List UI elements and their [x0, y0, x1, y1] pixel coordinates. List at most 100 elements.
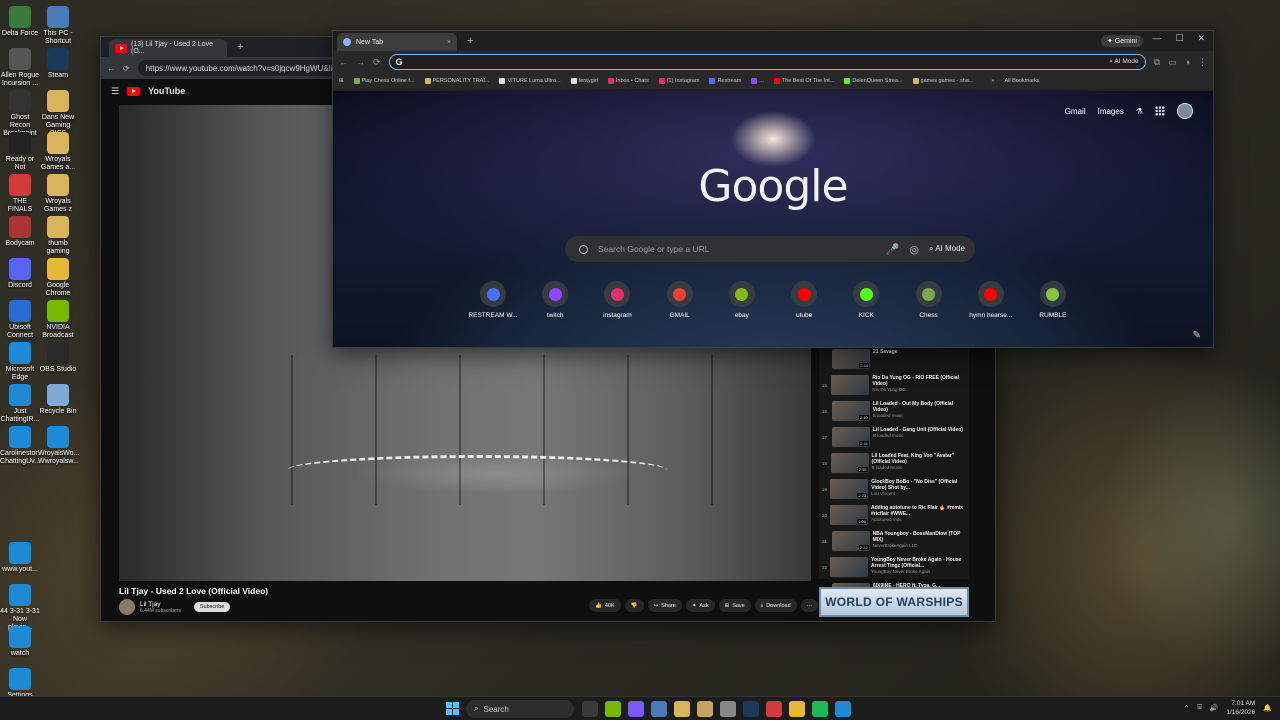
- shortcut-tile[interactable]: utube: [774, 281, 834, 319]
- google-account-avatar[interactable]: [1177, 103, 1193, 119]
- youtube-logo-icon[interactable]: [127, 86, 141, 96]
- desktop-shortcut[interactable]: Carolinestor... ChattingUv...: [0, 426, 43, 466]
- desktop-shortcut[interactable]: This PC - Shortcut: [38, 6, 78, 46]
- playlist-item[interactable]: 19 2:23 GlockBoy BoBo - "No Diss" (Officia…: [819, 477, 969, 503]
- taskbar-app-icon[interactable]: [720, 701, 736, 717]
- network-icon[interactable]: ⌸: [1197, 704, 1201, 712]
- playlist-item[interactable]: 16 2:40 Lil Loaded - Out My Body (Official…: [819, 399, 969, 425]
- desktop-shortcut[interactable]: Google Chrome: [38, 258, 78, 298]
- ad-banner[interactable]: WORLD OF WARSHIPS: [819, 587, 969, 617]
- bookmark-item[interactable]: VITURE Luma Ultra...: [499, 78, 561, 84]
- desktop-shortcut[interactable]: WroyalsWo... Wwroyalsw...: [38, 426, 79, 466]
- desktop-shortcut[interactable]: NVIDIA Broadcast: [38, 300, 78, 340]
- download-button[interactable]: ⤓ Download: [754, 599, 797, 612]
- shortcut-tile[interactable]: twitch: [525, 281, 585, 319]
- start-windows-icon[interactable]: [446, 702, 459, 715]
- minimize-icon[interactable]: —: [1152, 33, 1161, 44]
- more-bookmarks-chevron-icon[interactable]: »: [991, 78, 994, 84]
- taskbar-search[interactable]: ⌕ Search: [466, 700, 574, 718]
- volume-icon[interactable]: 🔊: [1210, 704, 1219, 712]
- clock[interactable]: 7:01 AM 1/16/2026: [1226, 699, 1255, 717]
- bookmark-item[interactable]: Inbox • Chats: [607, 78, 649, 84]
- google-apps-grid-icon[interactable]: [1155, 106, 1165, 116]
- desktop-shortcut[interactable]: Bodycam: [0, 216, 40, 248]
- profile-icon[interactable]: ◑: [1185, 57, 1190, 67]
- new-tab-plus-icon[interactable]: +: [237, 41, 243, 53]
- taskbar-app-icon[interactable]: [651, 701, 667, 717]
- taskbar-app-icon[interactable]: [697, 701, 713, 717]
- hamburger-menu-icon[interactable]: ☰: [111, 86, 119, 97]
- reload-icon[interactable]: ⟳: [123, 64, 130, 73]
- reload-icon[interactable]: ⟳: [373, 57, 381, 68]
- bookmark-item[interactable]: ...: [751, 78, 764, 84]
- desktop-shortcut[interactable]: Microsoft Edge: [0, 342, 40, 382]
- more-actions-button[interactable]: ⋯: [800, 599, 819, 612]
- bookmark-item[interactable]: fentygirl: [570, 78, 598, 84]
- ask-button[interactable]: ✦ Ask: [685, 599, 715, 612]
- taskbar-app-icon[interactable]: [835, 701, 851, 717]
- shortcut-tile[interactable]: instagram: [587, 281, 647, 319]
- google-search-box[interactable]: Search Google or type a URL 🎤 ◎ ⌕ AI Mod…: [565, 236, 975, 262]
- desktop-shortcut[interactable]: Ready or Not: [0, 132, 40, 172]
- desktop-shortcut[interactable]: watch: [0, 626, 40, 658]
- shortcut-tile[interactable]: ebay: [712, 281, 772, 319]
- desktop-shortcut[interactable]: Just ChattingIR...: [0, 384, 40, 424]
- taskbar-app-icon[interactable]: [812, 701, 828, 717]
- forward-arrow-icon[interactable]: →: [356, 57, 365, 67]
- shortcut-tile[interactable]: RUMBLE: [1023, 281, 1083, 319]
- desktop-shortcut[interactable]: Wroyals Games z: [38, 174, 78, 214]
- bookmark-item[interactable]: The Best Of The Int...: [773, 78, 834, 84]
- desktop-shortcut[interactable]: Delta Force: [0, 6, 40, 38]
- taskbar-app-icon[interactable]: [674, 701, 690, 717]
- desktop-shortcut[interactable]: Ubisoft Connect: [0, 300, 40, 340]
- customize-pencil-icon[interactable]: ✎: [1193, 330, 1201, 341]
- close-window-icon[interactable]: ✕: [1197, 33, 1205, 44]
- like-button[interactable]: 👍 40K: [589, 599, 621, 612]
- apps-grid-icon[interactable]: ⊞: [339, 78, 344, 84]
- microphone-icon[interactable]: 🎤: [886, 243, 900, 256]
- shortcut-tile[interactable]: KICK: [836, 281, 896, 319]
- notifications-icon[interactable]: 🔔: [1263, 704, 1272, 712]
- bookmark-item[interactable]: DelenQueen Strea...: [844, 78, 903, 84]
- desktop-shortcut[interactable]: OBS Studio: [38, 342, 78, 374]
- search-ai-mode-button[interactable]: ⌕ AI Mode: [929, 244, 965, 254]
- desktop-shortcut[interactable]: Ghost Recon Breakpoint: [0, 90, 40, 138]
- taskbar-app-icon[interactable]: [605, 701, 621, 717]
- save-button[interactable]: ⊞ Save: [718, 599, 751, 612]
- playlist-item[interactable]: 2:44 21 Savage: [819, 347, 969, 373]
- newtab-tab[interactable]: New Tab ×: [337, 33, 457, 51]
- taskbar-app-icon[interactable]: [789, 701, 805, 717]
- bookmark-item[interactable]: PERSONALITY TRAI...: [424, 78, 489, 84]
- back-arrow-icon[interactable]: ←: [107, 64, 115, 73]
- back-arrow-icon[interactable]: ←: [339, 57, 348, 67]
- desktop-shortcut[interactable]: www.yout...: [0, 542, 40, 574]
- desktop-shortcut[interactable]: 44 3-31 3-31 Now playin...: [0, 584, 40, 632]
- desktop-shortcut[interactable]: Discord: [0, 258, 40, 290]
- desktop-shortcut[interactable]: THE FINALS: [0, 174, 40, 214]
- new-tab-plus-icon[interactable]: +: [467, 35, 473, 47]
- playlist-item[interactable]: 21 2:22 NBA Youngboy - BossManDlow (TOP MI…: [819, 529, 969, 555]
- all-bookmarks-button[interactable]: All Bookmarks: [1004, 78, 1039, 84]
- taskbar-app-icon[interactable]: [766, 701, 782, 717]
- bookmark-item[interactable]: (1) Instagram: [658, 78, 699, 84]
- playlist-item[interactable]: 18 2:55 Lil Loaded Feat. King Von "Avatar"…: [819, 451, 969, 477]
- desktop-shortcut[interactable]: Wroyals Games a...: [38, 132, 78, 172]
- channel-avatar[interactable]: [119, 599, 135, 615]
- desktop-shortcut[interactable]: thumb gaming: [38, 216, 78, 256]
- close-tab-icon[interactable]: ×: [447, 39, 451, 46]
- bookmark-item[interactable]: Play Chess Online f...: [353, 78, 415, 84]
- bookmark-item[interactable]: Restream: [709, 78, 741, 84]
- playlist-item[interactable]: 15 Rio Da Yung OG - RIO FREE (Official Vi…: [819, 373, 969, 399]
- omnibox-ai-mode-button[interactable]: ⌕ AI Mode: [1109, 58, 1138, 66]
- desktop-shortcut[interactable]: Steam: [38, 48, 78, 80]
- taskbar-app-icon[interactable]: [582, 701, 598, 717]
- shortcut-tile[interactable]: Chess: [899, 281, 959, 319]
- channel-name[interactable]: Lil Tjay: [140, 601, 181, 608]
- shortcut-tile[interactable]: RESTREAM W...: [463, 281, 523, 319]
- omnibox-input[interactable]: G ⌕ AI Mode: [388, 54, 1146, 70]
- playlist-panel[interactable]: 2:44 21 Savage 15 Rio Da Yung OG - RIO FREE…: [819, 347, 969, 603]
- dislike-button[interactable]: 👎: [624, 599, 644, 612]
- share-button[interactable]: ↪ Share: [647, 599, 682, 612]
- images-link[interactable]: Images: [1098, 107, 1124, 116]
- youtube-tab[interactable]: (13) Lil Tjay - Used 2 Love (O...: [109, 39, 227, 57]
